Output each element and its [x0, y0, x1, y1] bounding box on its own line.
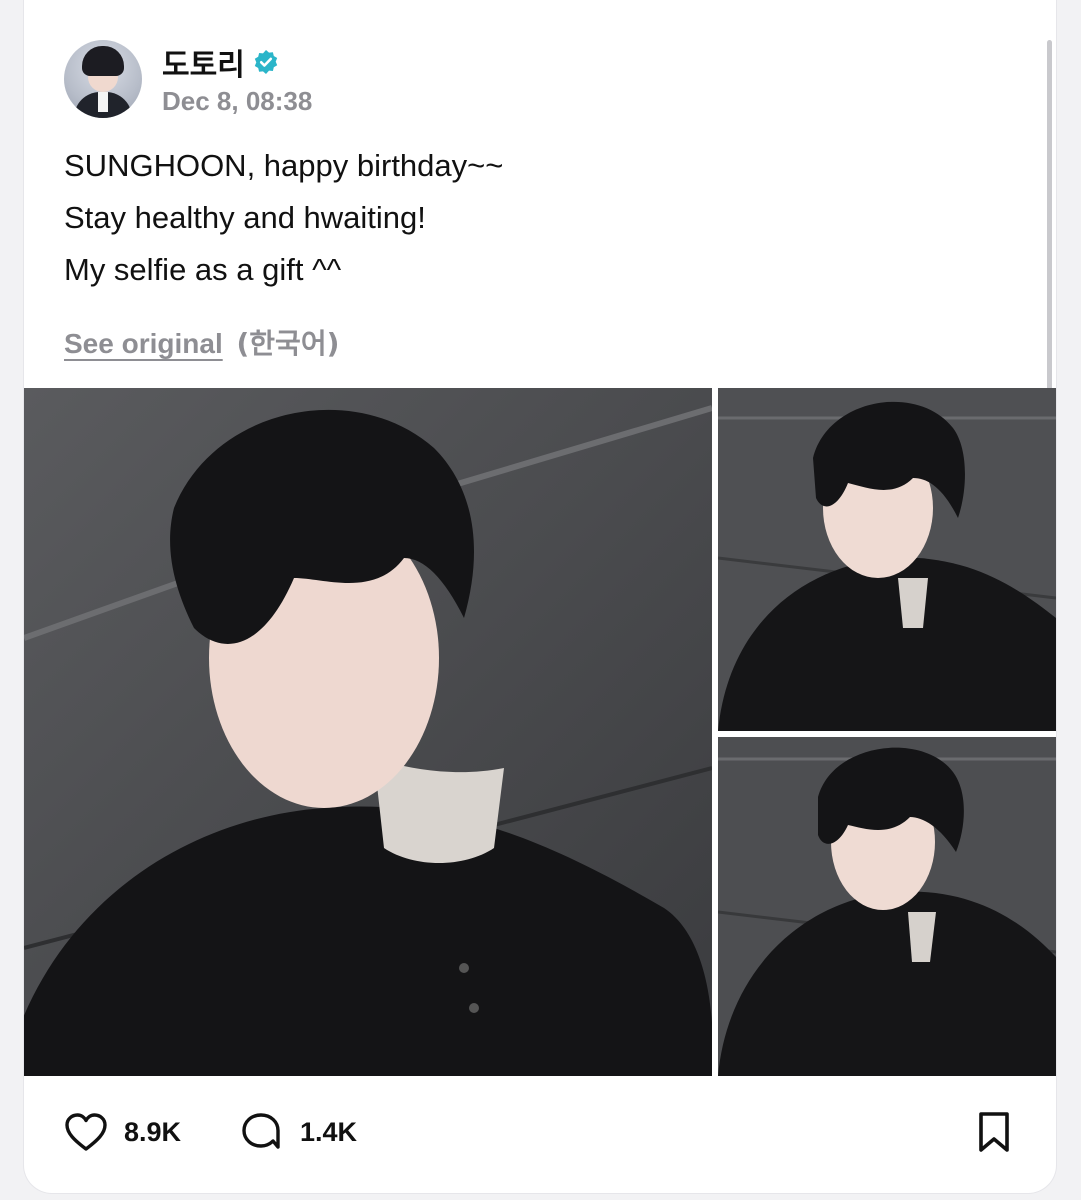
post-line: SUNGHOON, happy birthday~~: [64, 148, 504, 183]
avatar[interactable]: [64, 40, 142, 118]
post-timestamp: Dec 8, 08:38: [162, 86, 313, 116]
like-count: 8.9K: [124, 1116, 182, 1147]
original-language: (한국어): [236, 327, 340, 360]
post-line: Stay healthy and hwaiting!: [64, 200, 426, 235]
heart-icon: [65, 1113, 107, 1151]
post-line: My selfie as a gift ^^: [64, 252, 342, 287]
post-body: SUNGHOON, happy birthday~~ Stay healthy …: [64, 140, 1024, 296]
photo-2[interactable]: [718, 388, 1056, 731]
photo-1[interactable]: [24, 388, 712, 1076]
verified-badge-icon: [254, 50, 278, 74]
photo-gallery: [24, 388, 1056, 1076]
author-name[interactable]: 도토리: [162, 40, 245, 84]
author-row: 도토리: [162, 40, 279, 84]
see-original-link[interactable]: See original: [64, 328, 223, 359]
like-button[interactable]: 8.9K: [64, 1108, 181, 1156]
comment-button[interactable]: 1.4K: [240, 1108, 357, 1156]
photo-3[interactable]: [718, 737, 1056, 1076]
bookmark-icon[interactable]: [972, 1110, 1016, 1154]
action-bar: 8.9K 1.4K: [64, 1108, 1016, 1156]
comment-count: 1.4K: [300, 1116, 358, 1147]
comment-bubble-icon: [242, 1113, 280, 1149]
translation-note: See original (한국어): [64, 322, 339, 362]
post-card: 도토리 Dec 8, 08:38 SUNGHOON, happy birthda…: [24, 0, 1056, 1193]
